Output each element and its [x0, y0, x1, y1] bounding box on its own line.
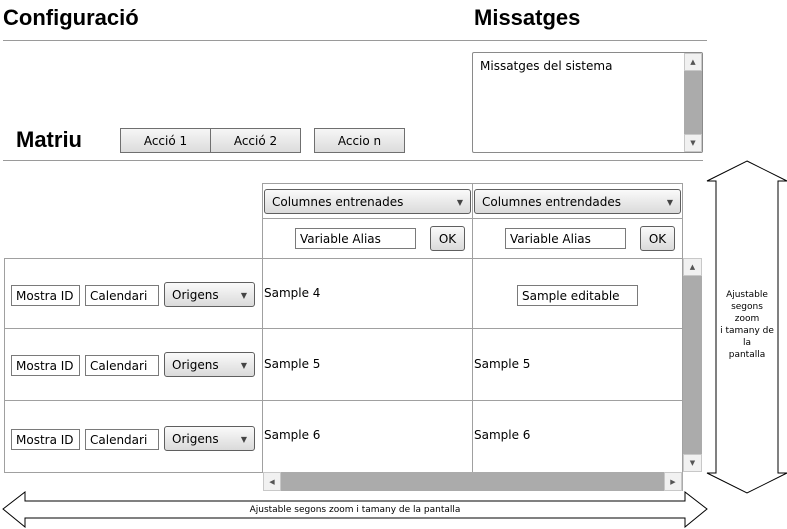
column-select-1[interactable]: Columnes entrenades ▼ — [264, 189, 471, 214]
messages-title: Missatges — [474, 5, 581, 30]
alias-input-2[interactable]: Variable Alias — [505, 228, 626, 249]
cell-sample: Sample 4 — [264, 286, 321, 300]
origins-select-label: Origens — [172, 287, 219, 302]
ok-button-2[interactable]: OK — [640, 226, 675, 251]
origins-select[interactable]: Origens ▼ — [164, 426, 255, 451]
action-n-button[interactable]: Accio n — [314, 128, 405, 153]
matrix-title: Matriu — [16, 127, 82, 152]
origins-select[interactable]: Origens ▼ — [164, 282, 255, 307]
config-title: Configuració — [3, 5, 139, 30]
cell-sample: Sample 6 — [264, 428, 321, 442]
column-select-2[interactable]: Columnes entrendades ▼ — [474, 189, 681, 214]
messages-box[interactable]: Missatges del sistema ▲ ▼ — [472, 52, 703, 153]
matrix-horizontal-scrollbar[interactable] — [263, 472, 683, 491]
calendar-input[interactable]: Calendari — [85, 355, 159, 376]
origins-select-label: Origens — [172, 357, 219, 372]
scroll-up-icon[interactable]: ▲ — [683, 258, 702, 276]
scroll-up-icon[interactable]: ▲ — [684, 53, 702, 71]
chevron-down-icon: ▼ — [666, 198, 673, 207]
row-divider — [4, 328, 683, 329]
row-divider — [4, 400, 683, 401]
scroll-down-icon[interactable]: ▼ — [683, 454, 702, 472]
column-header-line — [262, 218, 683, 219]
origins-select[interactable]: Origens ▼ — [164, 352, 255, 377]
matrix-vertical-scrollbar[interactable] — [683, 258, 702, 472]
column-select-2-label: Columnes entrendades — [482, 194, 621, 209]
alias-input-1[interactable]: Variable Alias — [295, 228, 416, 249]
cell-sample: Sample 5 — [474, 357, 531, 371]
editable-cell-input[interactable]: Sample editable — [517, 285, 638, 306]
column-divider — [262, 258, 263, 473]
column-divider — [472, 258, 473, 473]
calendar-input[interactable]: Calendari — [85, 285, 159, 306]
scroll-right-icon[interactable]: ▶ — [664, 472, 682, 491]
ok-button-1[interactable]: OK — [430, 226, 465, 251]
sample-id-input[interactable]: Mostra ID — [11, 285, 80, 306]
scroll-left-icon[interactable]: ◀ — [263, 472, 281, 491]
matrix-divider — [3, 160, 703, 161]
scroll-down-icon[interactable]: ▼ — [684, 134, 702, 152]
column-select-1-label: Columnes entrenades — [272, 194, 404, 209]
column-divider-header — [472, 183, 473, 258]
chevron-down-icon: ▼ — [240, 435, 247, 444]
horizontal-resize-note: Ajustable segons zoom i tamany de la pan… — [249, 505, 461, 515]
origins-select-label: Origens — [172, 431, 219, 446]
cell-sample: Sample 5 — [264, 357, 321, 371]
header-divider — [3, 40, 707, 41]
sample-id-input[interactable]: Mostra ID — [11, 429, 80, 450]
chevron-down-icon: ▼ — [240, 361, 247, 370]
chevron-down-icon: ▼ — [240, 291, 247, 300]
vertical-resize-note: Ajustable segons zoom i tamany de la pan… — [720, 290, 774, 360]
action-2-button[interactable]: Acció 2 — [210, 128, 301, 153]
cell-sample: Sample 6 — [474, 428, 531, 442]
action-1-button[interactable]: Acció 1 — [120, 128, 211, 153]
messages-text: Missatges del sistema — [480, 59, 613, 73]
sample-id-input[interactable]: Mostra ID — [11, 355, 80, 376]
chevron-down-icon: ▼ — [456, 198, 463, 207]
calendar-input[interactable]: Calendari — [85, 429, 159, 450]
